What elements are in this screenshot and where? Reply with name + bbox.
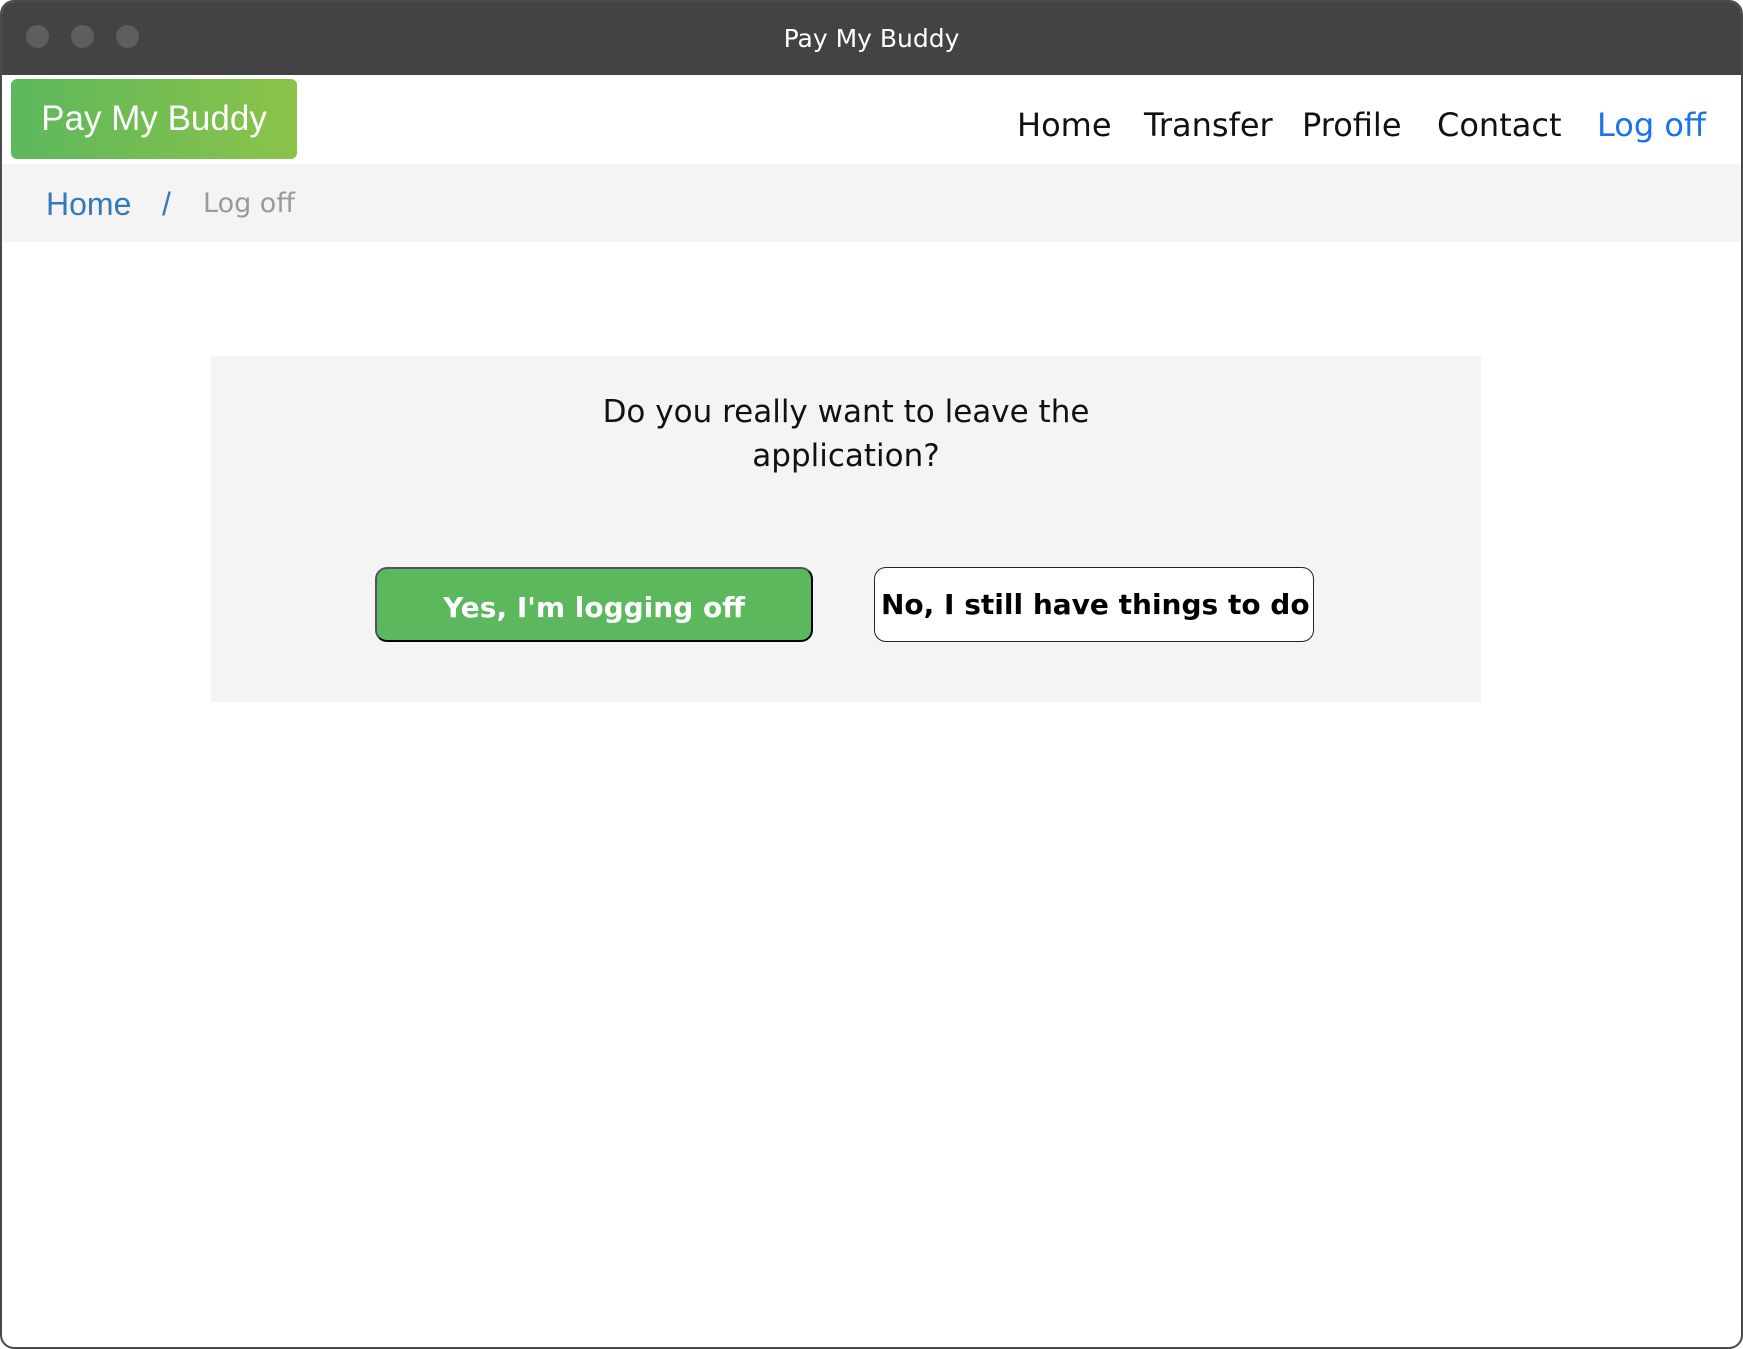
breadcrumb-separator: / <box>162 186 171 222</box>
nav-link-transfer[interactable]: Transfer <box>1144 105 1273 145</box>
nav-link-home[interactable]: Home <box>1017 105 1112 145</box>
nav-link-contact[interactable]: Contact <box>1437 105 1562 145</box>
window-title: Pay My Buddy <box>783 24 960 53</box>
logoff-confirm-panel: Do you really want to leave the applicat… <box>211 356 1481 702</box>
confirm-logoff-button[interactable]: Yes, I'm logging off <box>375 567 813 642</box>
breadcrumb: Home / Log off <box>2 164 1741 242</box>
logoff-question: Do you really want to leave the applicat… <box>602 394 1090 474</box>
nav-link-log-off[interactable]: Log off <box>1597 105 1706 145</box>
window-titlebar: Pay My Buddy <box>2 2 1741 75</box>
nav-link-profile[interactable]: Profile <box>1302 105 1402 145</box>
breadcrumb-current: Log off <box>203 188 295 219</box>
top-navbar: Pay My Buddy Home Transfer Profile Conta… <box>2 75 1741 163</box>
brand-logo-button[interactable]: Pay My Buddy <box>11 79 297 159</box>
browser-window: Pay My Buddy Pay My Buddy Home Transfer … <box>0 0 1743 1349</box>
cancel-logoff-button[interactable]: No, I still have things to do <box>874 567 1314 642</box>
breadcrumb-home-link[interactable]: Home <box>46 184 131 224</box>
